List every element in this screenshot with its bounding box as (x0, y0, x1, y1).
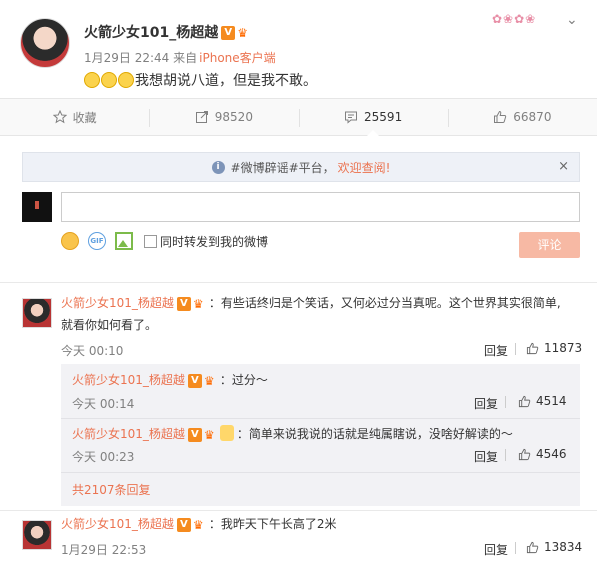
repost-icon (195, 111, 208, 123)
thumbs-up-icon (526, 342, 539, 354)
comment-time: 今天 00:23 (72, 450, 135, 464)
image-icon[interactable] (115, 232, 133, 250)
verified-badge-icon: V (187, 427, 202, 442)
comment-button[interactable]: 25591 (298, 99, 448, 136)
comment-text: ：有些话终归是个笑话，又何必过分当真呢。这个世界其实很简单, (208, 296, 561, 310)
comment-user[interactable]: 火箭少女101_杨超越 (72, 427, 185, 441)
crown-icon: ♛ (192, 296, 204, 311)
comment-avatar[interactable] (22, 520, 52, 550)
comment-user[interactable]: 火箭少女101_杨超越 (61, 296, 174, 310)
post-source[interactable]: iPhone客户端 (199, 51, 276, 65)
comment-text-line2: 就看你如何看了。 (61, 318, 158, 332)
comment-text: ：我昨天下午长高了2米 (208, 517, 337, 531)
comment-like-button[interactable]: 11873 (526, 341, 582, 355)
divider (515, 542, 516, 554)
post-meta: 1月29日 22:44 来自 iPhone客户端 (84, 49, 276, 66)
verified-badge-icon: V (176, 296, 191, 311)
star-icon (52, 110, 67, 124)
divider (61, 472, 580, 473)
comment-count: 25591 (364, 110, 403, 124)
my-avatar[interactable] (22, 192, 52, 222)
more-replies-link[interactable]: 共2107条回复 (72, 481, 151, 498)
author-avatar[interactable] (20, 18, 70, 68)
dog-emoji-icon (118, 72, 134, 88)
sub-reply-body: 火箭少女101_杨超越 V ♛ ：过分～ (72, 370, 268, 390)
verified-badge-icon: V (221, 26, 236, 40)
composer-toolbar: GIF 同时转发到我的微博 (61, 232, 268, 250)
repost-checkbox-label[interactable]: 同时转发到我的微博 (160, 233, 268, 250)
comment-like-button[interactable]: 13834 (526, 540, 582, 554)
divider (61, 418, 580, 419)
thumbs-up-icon (518, 448, 531, 460)
comment-like-count: 4546 (536, 447, 567, 461)
comment-user[interactable]: 火箭少女101_杨超越 (72, 373, 185, 387)
favorite-label: 收藏 (72, 110, 97, 125)
divider (0, 282, 597, 283)
sub-reply-body: 火箭少女101_杨超越 V ♛ ：简单来说我说的话就是纯属瞎说，没啥好解读的～ (72, 424, 513, 444)
post-time[interactable]: 1月29日 22:44 (84, 51, 169, 65)
post-content: 我想胡说八道，但是我不敢。 (84, 70, 317, 90)
favorite-button[interactable]: 收藏 (0, 99, 149, 135)
comment-time: 今天 00:14 (72, 397, 135, 411)
comment-icon (345, 111, 358, 124)
submit-comment-button[interactable]: 评论 (519, 232, 580, 258)
comment-input[interactable] (61, 192, 580, 222)
close-icon[interactable]: × (558, 159, 569, 174)
reply-button[interactable]: 回复 (474, 395, 498, 412)
reply-button[interactable]: 回复 (484, 342, 508, 359)
dog-emoji-icon (101, 72, 117, 88)
repost-button[interactable]: 98520 (149, 99, 298, 135)
comment-like-count: 11873 (544, 341, 583, 355)
like-count: 66870 (513, 110, 552, 124)
thumbs-up-icon (494, 110, 507, 123)
repost-checkbox[interactable] (144, 234, 157, 248)
divider (505, 396, 506, 408)
post-source-prefix: 来自 (173, 51, 198, 65)
comment-text: ：过分～ (219, 373, 268, 387)
comment-time: 今天 00:10 (61, 344, 124, 358)
decorative-sticker-icon: ✿❀✿❀ (492, 12, 537, 26)
comment-like-count: 13834 (544, 540, 583, 554)
info-icon: i (211, 160, 225, 174)
comment-avatar[interactable] (22, 298, 52, 328)
like-button[interactable]: 66870 (447, 99, 597, 135)
emoji-icon (219, 425, 234, 441)
divider (515, 343, 516, 355)
verified-badge-icon: V (187, 373, 202, 388)
post-author-name[interactable]: 火箭少女101_杨超越 (84, 25, 218, 41)
chevron-down-icon[interactable]: ⌄ (566, 12, 578, 28)
comment-body: 火箭少女101_杨超越 V ♛ ：我昨天下午长高了2米 (61, 514, 337, 534)
thumbs-up-icon (526, 541, 539, 553)
crown-icon: ♛ (237, 26, 248, 40)
notice-text: #微博辟谣#平台， (230, 160, 335, 175)
gif-icon[interactable]: GIF (88, 232, 106, 250)
comment-text: ：简单来说我说的话就是纯属瞎说，没啥好解读的～ (236, 427, 513, 441)
divider (505, 449, 506, 461)
comment-like-count: 4514 (536, 394, 567, 408)
comment-like-button[interactable]: 4546 (518, 447, 567, 461)
weibo-post-card: 火箭少女101_杨超越 V ♛ 1月29日 22:44 来自 iPhone客户端 我想… (0, 0, 597, 561)
comment-time: 1月29日 22:53 (61, 543, 147, 557)
comment-like-button[interactable]: 4514 (518, 394, 567, 408)
crown-icon: ♛ (203, 427, 215, 442)
thumbs-up-icon (518, 395, 531, 407)
comment-user[interactable]: 火箭少女101_杨超越 (61, 517, 174, 531)
emoji-icon[interactable] (61, 232, 79, 250)
rumor-notice-bar: i #微博辟谣#平台， 欢迎查阅! × (22, 152, 580, 182)
action-bar: 收藏 98520 25591 66870 (0, 98, 597, 136)
divider (0, 510, 597, 511)
repost-count: 98520 (214, 110, 253, 124)
notice-link[interactable]: 欢迎查阅! (338, 159, 391, 176)
comment-body: 火箭少女101_杨超越 V ♛ ：有些话终归是个笑话，又何必过分当真呢。这个世界其实很… (61, 293, 586, 313)
crown-icon: ♛ (203, 373, 215, 388)
crown-icon: ♛ (192, 517, 204, 532)
reply-button[interactable]: 回复 (484, 541, 508, 558)
post-text: 我想胡说八道，但是我不敢。 (135, 73, 317, 89)
dog-emoji-icon (84, 72, 100, 88)
reply-button[interactable]: 回复 (474, 448, 498, 465)
verified-badge-icon: V (176, 517, 191, 532)
post-author-row: 火箭少女101_杨超越 V ♛ (84, 22, 253, 42)
